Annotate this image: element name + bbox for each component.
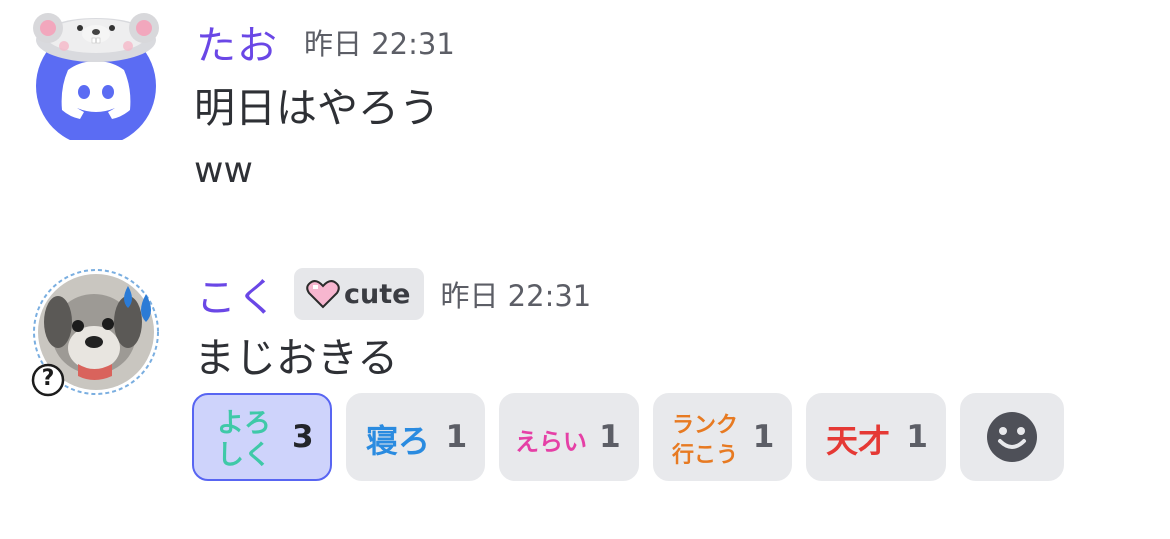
username[interactable]: こく: [196, 265, 278, 323]
reaction-count: 1: [445, 419, 468, 455]
tag-label: cute: [344, 278, 411, 310]
rank-ikou-emoji-icon: ランク 行こう: [671, 413, 738, 468]
svg-text:行こう: 行こう: [671, 442, 738, 468]
tensai-emoji-icon: 天才: [826, 422, 890, 460]
message-text: 明日はやろう: [194, 84, 440, 132]
reaction-erai[interactable]: えらい 1: [499, 393, 639, 481]
avatar[interactable]: [28, 10, 168, 146]
timestamp[interactable]: 昨日 22:31: [440, 273, 591, 315]
reaction-count: 1: [906, 419, 928, 455]
message-1: たお 昨日 22:31 明日はやろう ww: [0, 0, 1170, 230]
svg-text:寝ろ: 寝ろ: [366, 422, 430, 460]
question-badge-icon: ?: [41, 366, 55, 391]
reaction-count: 1: [752, 419, 775, 455]
reaction-yoroshiku[interactable]: よろ しく 3: [192, 393, 332, 481]
reaction-count: 3: [292, 419, 314, 455]
reaction-bar: よろ しく 3 寝ろ 1 えらい 1 ランク 行こう 1 天才 1: [192, 393, 1078, 481]
message-header: たお 昨日 22:31: [196, 14, 455, 70]
add-reaction-button[interactable]: [959, 393, 1064, 481]
timestamp[interactable]: 昨日 22:31: [304, 21, 455, 63]
message-text: ww: [194, 150, 253, 191]
avatar[interactable]: ?: [28, 264, 168, 404]
svg-text:えらい: えらい: [515, 428, 587, 456]
svg-text:ランク: ランク: [672, 413, 738, 438]
reaction-tensai[interactable]: 天才 1: [806, 393, 946, 481]
smiley-face-icon: [986, 412, 1037, 462]
user-tag[interactable]: cute: [294, 268, 425, 320]
reaction-nero[interactable]: 寝ろ 1: [345, 393, 486, 481]
yoroshiku-emoji-icon: よろ しく: [217, 408, 271, 470]
erai-emoji-icon: えらい: [515, 428, 587, 456]
nero-emoji-icon: 寝ろ: [366, 422, 430, 460]
svg-text:天才: 天才: [826, 422, 890, 460]
pink-heart-icon: [306, 280, 340, 309]
svg-text:しく: しく: [217, 440, 271, 470]
username[interactable]: たお: [196, 13, 278, 71]
reaction-count: 1: [599, 419, 621, 455]
message-header: こく cute 昨日 22:31: [196, 266, 591, 322]
reaction-rank-ikou[interactable]: ランク 行こう 1: [652, 393, 793, 481]
svg-text:よろ: よろ: [217, 408, 271, 439]
discord-avatar-with-bear-hat-icon: [33, 13, 159, 146]
message-text: まじおきる: [194, 334, 399, 382]
